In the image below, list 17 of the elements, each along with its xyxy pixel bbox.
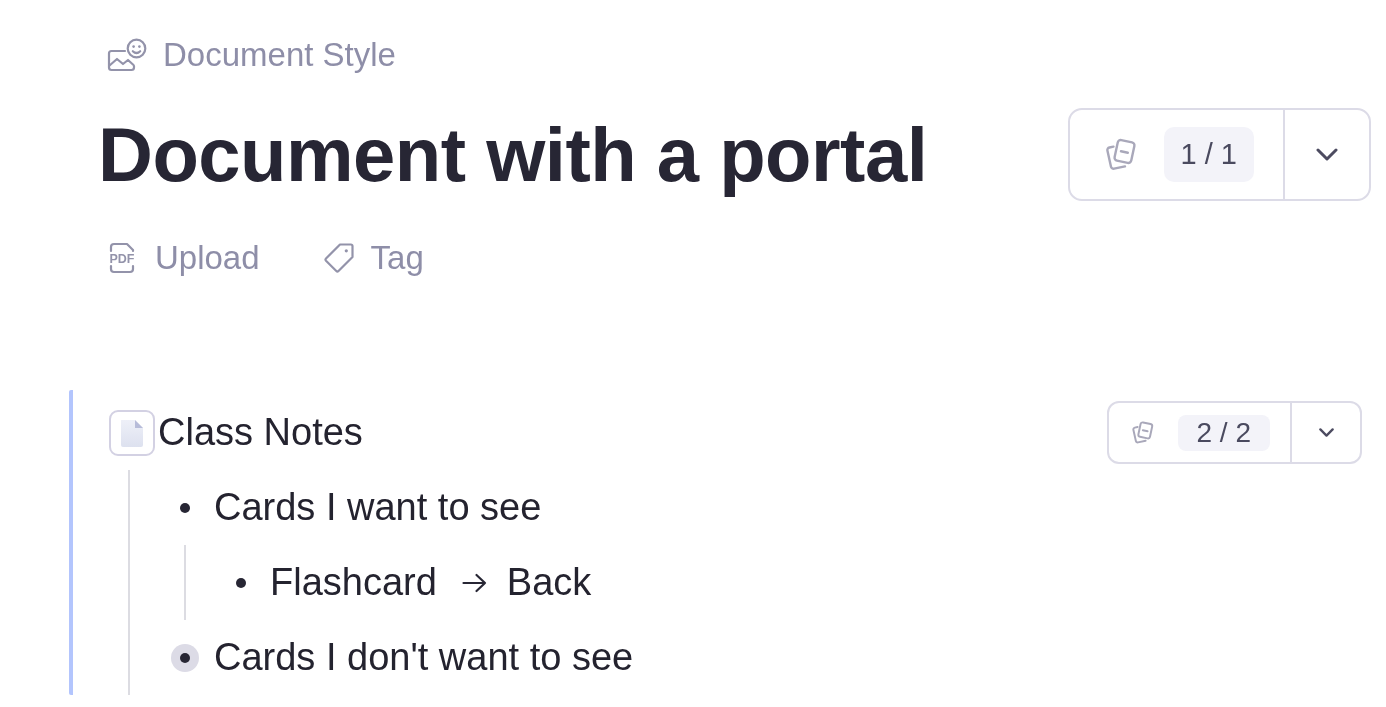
arrow-icon	[461, 572, 487, 593]
flashcard-back: Back	[506, 559, 592, 605]
tag-icon	[322, 242, 355, 274]
bullet-icon[interactable]	[180, 502, 190, 513]
page-count[interactable]: 1 / 1	[1163, 127, 1254, 182]
page-count[interactable]: 2 / 2	[1177, 414, 1270, 451]
portal-title[interactable]: Class Notes	[158, 411, 363, 454]
document-icon	[109, 409, 155, 456]
item-text: Cards I don't want to see	[214, 634, 634, 680]
item-text: Cards I want to see	[214, 484, 542, 530]
picture-smile-icon	[107, 38, 147, 72]
flashcard-front: Flashcard	[270, 559, 437, 605]
bullet-icon[interactable]	[171, 643, 199, 672]
chevron-down-icon	[1316, 148, 1338, 161]
cards-icon	[1129, 421, 1155, 444]
chevron-down-icon	[1318, 428, 1334, 437]
bullet-icon[interactable]	[236, 577, 246, 588]
